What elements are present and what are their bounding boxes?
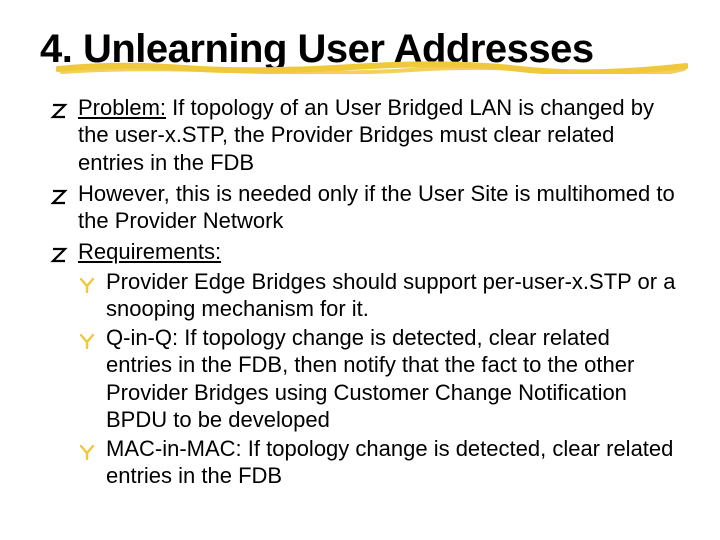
bullet-list: Problem: If topology of an User Bridged … (50, 94, 680, 490)
list-item-text: However, this is needed only if the User… (78, 181, 675, 233)
list-item-prefix: Requirements: (78, 239, 221, 264)
y-bullet-icon (78, 273, 96, 291)
list-item-text: Q-in-Q: If topology change is detected, … (106, 325, 634, 432)
z-bullet-icon (50, 99, 68, 117)
slide: 4. Unlearning User Addresses Problem: If… (0, 0, 720, 540)
list-item-text: Problem: If topology of an User Bridged … (78, 95, 654, 175)
list-item: MAC-in-MAC: If topology change is detect… (78, 435, 680, 490)
list-item-text: MAC-in-MAC: If topology change is detect… (106, 436, 673, 488)
list-item-prefix: Problem: (78, 95, 166, 120)
list-item-text: Provider Edge Bridges should support per… (106, 269, 675, 321)
y-bullet-icon (78, 440, 96, 458)
z-bullet-icon (50, 185, 68, 203)
slide-title: 4. Unlearning User Addresses (40, 28, 680, 70)
y-bullet-icon (78, 329, 96, 347)
z-bullet-icon (50, 243, 68, 261)
list-item: Q-in-Q: If topology change is detected, … (78, 324, 680, 433)
slide-content: Problem: If topology of an User Bridged … (40, 94, 680, 490)
list-item: Requirements: Provider Edge Bridges shou… (50, 238, 680, 489)
list-item: Problem: If topology of an User Bridged … (50, 94, 680, 176)
list-item-text: Requirements: (78, 239, 221, 264)
list-item: Provider Edge Bridges should support per… (78, 268, 680, 323)
sublist: Provider Edge Bridges should support per… (78, 268, 680, 490)
title-wrap: 4. Unlearning User Addresses (40, 28, 680, 70)
list-item: However, this is needed only if the User… (50, 180, 680, 235)
